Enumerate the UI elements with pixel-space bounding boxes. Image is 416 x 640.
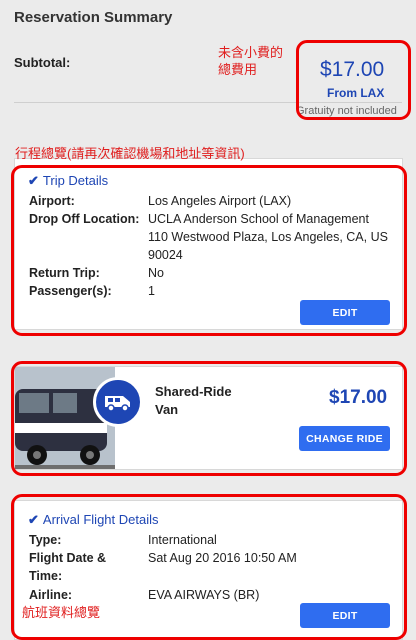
flight-details-title: Arrival Flight Details	[42, 512, 159, 527]
change-ride-button[interactable]: CHANGE RIDE	[299, 426, 390, 451]
dropoff-value: UCLA Anderson School of Management 110 W…	[148, 210, 398, 264]
trip-details-heading: ✔ Trip Details	[28, 173, 108, 189]
dropoff-line2: 110 Westwood Plaza, Los Angeles, CA, US	[148, 230, 388, 244]
van-icon	[105, 396, 130, 412]
flight-date-label-line2: Time:	[29, 569, 63, 583]
flight-details-heading: ✔ Arrival Flight Details	[28, 512, 159, 528]
trip-details-card: ✔ Trip Details Airport: Los Angeles Airpo…	[14, 158, 403, 330]
flight-type-value: International	[148, 533, 217, 547]
header-divider	[14, 102, 402, 103]
subtotal-label: Subtotal:	[14, 55, 71, 70]
airline-value: EVA AIRWAYS (BR)	[148, 588, 260, 602]
ride-name-line2: Van	[155, 402, 179, 417]
flight-date-label: Flight Date & Time:	[29, 549, 106, 585]
airline-label: Airline:	[29, 588, 73, 602]
checkmark-icon: ✔	[28, 512, 39, 527]
flight-annotation: 航班資料總覽	[22, 605, 101, 620]
van-badge	[93, 377, 143, 427]
ride-card: Shared-Ride Van $17.00 CHANGE RIDE	[14, 366, 403, 470]
page-title: Reservation Summary	[14, 9, 173, 26]
passengers-value: 1	[148, 284, 155, 298]
airport-value: Los Angeles Airport (LAX)	[148, 194, 292, 208]
flight-date-label-line1: Flight Date &	[29, 551, 107, 565]
flight-date-value: Sat Aug 20 2016 10:50 AM	[148, 551, 297, 565]
flight-type-label: Type:	[29, 533, 62, 547]
edit-trip-button[interactable]: EDIT	[300, 300, 390, 325]
checkmark-icon: ✔	[28, 173, 39, 188]
price-annotation: 未含小費的 總費用	[218, 44, 283, 78]
trip-annotation: 行程總覽(請再次確認機場和地址等資訊)	[15, 146, 245, 161]
price-annotation-line1: 未含小費的	[218, 45, 284, 60]
from-airport-label: From LAX	[327, 86, 385, 100]
dropoff-label: Drop Off Location:	[29, 212, 140, 226]
ride-price: $17.00	[329, 387, 388, 408]
subtotal-amount: $17.00	[320, 58, 385, 81]
passengers-label: Passenger(s):	[29, 284, 112, 298]
gratuity-note: Gratuity not included	[296, 105, 397, 117]
trip-details-title: Trip Details	[42, 173, 109, 188]
dropoff-line1: UCLA Anderson School of Management	[148, 212, 369, 226]
airport-label: Airport:	[29, 194, 75, 208]
dropoff-line3: 90024	[148, 248, 183, 262]
return-trip-value: No	[148, 266, 164, 280]
price-annotation-line2: 總費用	[218, 62, 258, 77]
ride-name-line1: Shared-Ride	[155, 384, 232, 399]
return-trip-label: Return Trip:	[29, 266, 100, 280]
ride-name: Shared-Ride Van	[155, 383, 232, 419]
edit-flight-button[interactable]: EDIT	[300, 603, 390, 628]
